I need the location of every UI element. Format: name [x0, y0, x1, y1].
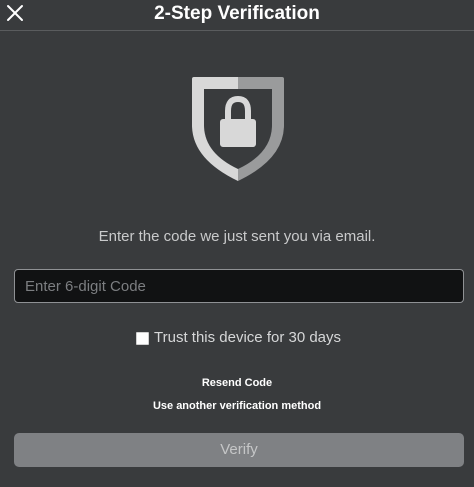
resend-code-row: Resend Code	[0, 376, 474, 390]
verify-button[interactable]: Verify	[14, 433, 464, 467]
trust-device-checkbox[interactable]	[136, 331, 149, 345]
resend-code-link[interactable]: Resend Code	[202, 377, 272, 389]
verification-code-input[interactable]	[14, 269, 464, 303]
verification-dialog: 2-Step Verification Enter the code we ju…	[0, 0, 474, 487]
dialog-title: 2-Step Verification	[154, 3, 320, 24]
trust-device-row[interactable]: Trust this device for 30 days	[136, 329, 341, 347]
dialog-header: 2-Step Verification	[0, 0, 474, 31]
shield-lock-icon	[190, 73, 286, 183]
another-verification-method-link[interactable]: Use another verification method	[153, 400, 321, 412]
trust-device-label: Trust this device for 30 days	[154, 329, 342, 346]
instruction-text: Enter the code we just sent you via emai…	[98, 228, 376, 245]
another-method-row: Use another verification method	[0, 399, 474, 413]
